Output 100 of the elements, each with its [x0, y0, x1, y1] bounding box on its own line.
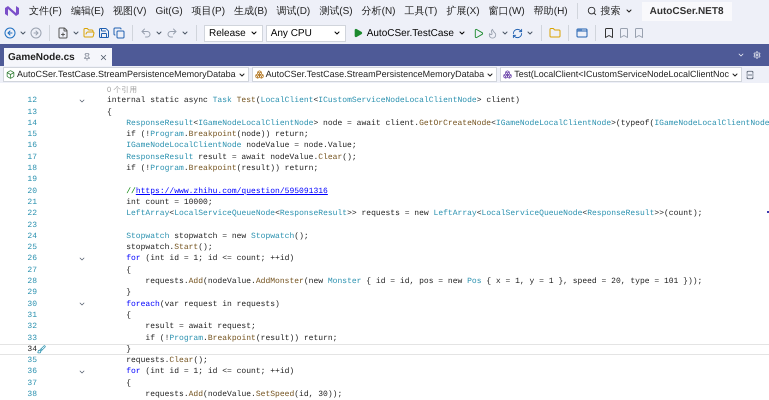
- line-number: 23: [26, 220, 37, 231]
- line-number: 16: [26, 140, 37, 152]
- menu-item[interactable]: 窗口(W): [488, 4, 525, 18]
- line-number: 15: [26, 129, 37, 140]
- code-line: Stopwatch stopwatch = new Stopwatch();: [125, 230, 309, 242]
- menu-item[interactable]: 文件(F): [29, 4, 62, 18]
- new-item-icon[interactable]: [57, 27, 69, 39]
- code-line: foreach(var request in requests): [125, 298, 280, 310]
- line-number: 27: [26, 264, 37, 276]
- save-all-icon[interactable]: [113, 27, 125, 39]
- caret-icon[interactable]: [500, 29, 509, 37]
- line-number: 20: [26, 186, 37, 197]
- settings-icon[interactable]: [753, 51, 761, 59]
- caret-icon[interactable]: [526, 29, 534, 37]
- line-number: 26: [26, 253, 37, 265]
- dropdown-icon[interactable]: [737, 51, 745, 59]
- menu-item[interactable]: 项目(P): [192, 4, 226, 18]
- menu-item[interactable]: 帮助(H): [534, 4, 568, 18]
- solution-name: AutoCSer.NET8: [642, 2, 732, 20]
- code-line: {: [107, 106, 112, 118]
- line-number: 24: [26, 230, 37, 242]
- line-number: 19: [26, 174, 37, 186]
- code-line: int count = 10000;: [125, 196, 213, 208]
- back-icon[interactable]: [4, 27, 16, 39]
- code-line: requests.Add(nodeValue.AddMonster(new Monster { id = id, pos = new Pos { x = 1, y = 1 }, speed = 20, type = 101 }));: [144, 276, 702, 288]
- configuration-dropdown[interactable]: Release: [204, 24, 263, 42]
- file-tab[interactable]: GameNode.cs: [4, 48, 112, 66]
- code-line: //https://www.zhihu.com/question/595091316: [125, 186, 328, 197]
- line-number: 37: [26, 378, 37, 390]
- quick-action-icon[interactable]: [37, 344, 46, 354]
- line-number: 34: [26, 344, 37, 356]
- code-line: for (int id = 1; id <= count; ++id): [125, 253, 294, 265]
- window-icon[interactable]: [576, 27, 588, 39]
- pin-icon[interactable]: [82, 53, 91, 61]
- caret-icon[interactable]: [72, 29, 80, 37]
- menu-item[interactable]: 编辑(E): [70, 4, 104, 18]
- code-line: {: [125, 378, 132, 390]
- menu-item[interactable]: 生成(B): [234, 4, 268, 18]
- caret-icon[interactable]: [181, 29, 189, 37]
- code-symbol-icon: [503, 70, 512, 79]
- code-link[interactable]: https://www.zhihu.com/question/595091316: [136, 186, 328, 196]
- refresh-icon[interactable]: [512, 28, 523, 38]
- navigation-dropdown[interactable]: Test(LocalClient<ICustomServiceNodeLocalClientNoc: [500, 67, 742, 82]
- platform-dropdown[interactable]: Any CPU: [266, 24, 346, 42]
- code-symbol-icon: [6, 70, 15, 79]
- line-number: 14: [26, 118, 37, 130]
- code-line: if (!Program.Breakpoint(node)) return;: [125, 129, 309, 140]
- line-number: 33: [26, 332, 37, 344]
- caret-icon[interactable]: [155, 29, 163, 37]
- code-line: if (!Program.Breakpoint(result)) return;: [144, 332, 338, 344]
- caret-icon: [624, 7, 633, 15]
- close-icon[interactable]: [98, 52, 108, 62]
- code-line: requests.Add(nodeValue.SetSpeed(id, 30));: [144, 389, 342, 400]
- bookmark-icon[interactable]: [602, 27, 615, 39]
- code-line: requests.Clear();: [125, 355, 208, 366]
- menu-item[interactable]: 调试(D): [276, 4, 310, 18]
- line-number: 30: [26, 298, 37, 310]
- caret-icon: [332, 29, 341, 37]
- menu-item[interactable]: 工具(T): [404, 4, 438, 18]
- split-icon[interactable]: [745, 70, 756, 80]
- play-outline-icon[interactable]: [472, 28, 484, 38]
- code-symbol-icon: [254, 70, 264, 79]
- menu-item[interactable]: Git(G): [155, 4, 183, 18]
- line-number: 32: [26, 321, 37, 333]
- code-line: for (int id = 1; id <= count; ++id): [125, 366, 294, 378]
- caret-icon: [731, 70, 740, 78]
- code-line: }: [125, 287, 132, 299]
- menu-item[interactable]: 分析(N): [362, 4, 396, 18]
- code-line: ResponseResult result = await nodeValue.Clear();: [125, 152, 357, 164]
- code-line: internal static async Task Test(LocalClient<ICustomServiceNodeLocalClientNode> client): [107, 95, 520, 107]
- line-number: 28: [26, 276, 37, 288]
- code-line: LeftArray<LocalServiceQueueNode<ResponseResult>> requests = new LeftArray<LocalServiceQueueNode<ResponseResult>>(count);: [125, 208, 702, 220]
- menu-item[interactable]: 视图(V): [113, 4, 146, 18]
- search-button[interactable]: 搜索: [586, 4, 633, 18]
- line-number: 21: [26, 196, 37, 208]
- code-line: stopwatch.Start();: [125, 242, 213, 254]
- line-number: 22: [26, 208, 37, 220]
- code-line: }: [125, 344, 132, 356]
- caret-icon: [458, 29, 466, 37]
- code-line: result = await request;: [144, 321, 256, 333]
- line-number: 13: [26, 106, 37, 118]
- line-number: 36: [26, 366, 37, 378]
- line-number: 12: [26, 95, 37, 107]
- caret-icon: [250, 29, 258, 37]
- navigation-dropdown[interactable]: AutoCSer.TestCase.StreamPersistenceMemoryDataba: [3, 67, 249, 82]
- code-line: IGameNodeLocalClientNode nodeValue = node.Value;: [125, 140, 357, 152]
- navigation-dropdown[interactable]: AutoCSer.TestCase.StreamPersistenceMemoryDataba: [252, 67, 498, 82]
- caret-icon[interactable]: [19, 29, 27, 37]
- caret-icon: [486, 70, 494, 78]
- save-icon[interactable]: [98, 27, 110, 39]
- menu-item[interactable]: 扩展(X): [446, 4, 480, 18]
- code-line: {: [125, 310, 132, 322]
- start-button[interactable]: AutoCSer.TestCase: [348, 26, 470, 40]
- line-number: 17: [26, 152, 37, 164]
- play-icon: [352, 28, 363, 38]
- line-number: 35: [26, 355, 37, 366]
- line-number: 25: [26, 242, 37, 254]
- menu-item[interactable]: 测试(S): [319, 4, 353, 18]
- code-line: ResponseResult<IGameNodeLocalClientNode> node = await client.GetOrCreateNode<IGameNodeLocalClientNode>(typeof(IGameNodeLocalClientNode: [125, 118, 769, 130]
- logo-icon: [4, 4, 20, 18]
